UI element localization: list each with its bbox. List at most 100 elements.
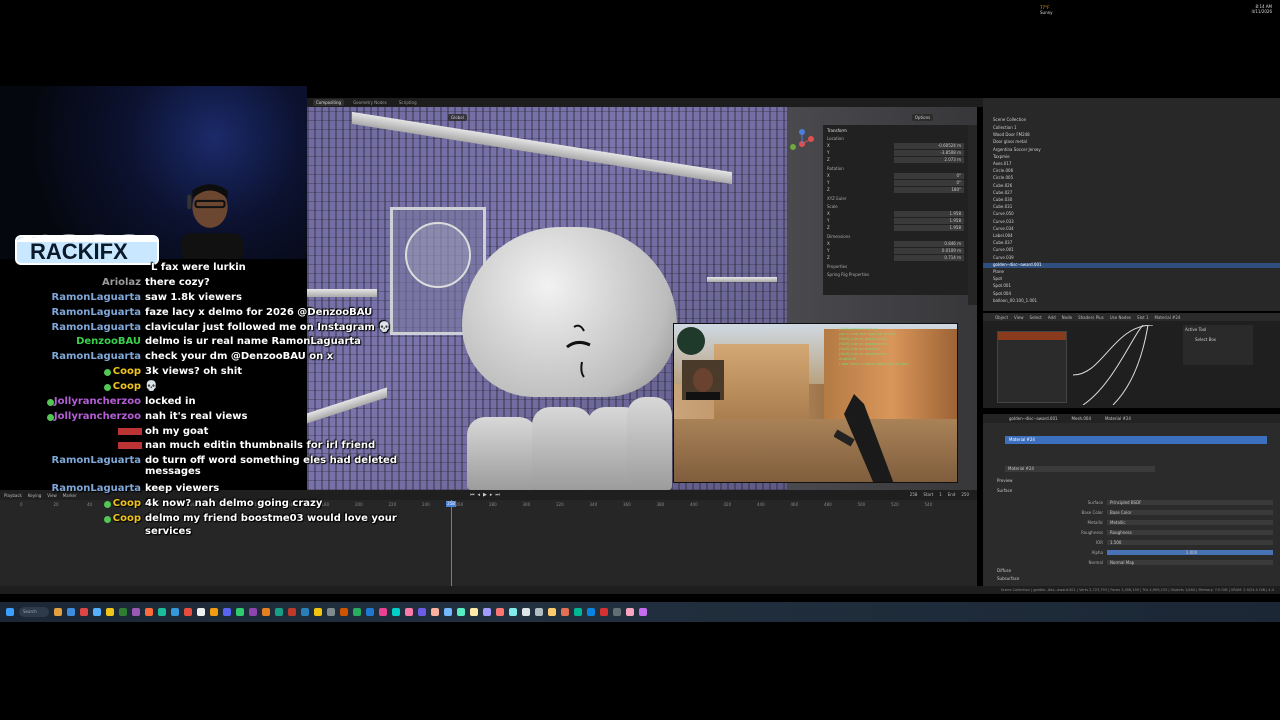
end-field[interactable]: 250: [961, 492, 969, 497]
chat-username[interactable]: RamonLaguarta: [52, 483, 141, 494]
taskbar-app-icon[interactable]: [340, 608, 348, 616]
chat-username[interactable]: RamonLaguarta: [52, 322, 141, 333]
current-frame-field[interactable]: 258: [910, 492, 918, 497]
outliner-item[interactable]: Spot.001: [983, 284, 1280, 289]
material-field-value[interactable]: 1.500: [1107, 540, 1273, 545]
taskbar-app-icon[interactable]: [275, 608, 283, 616]
preview-section[interactable]: Preview: [997, 478, 1013, 483]
outliner-item[interactable]: Wood Door FM248: [983, 132, 1280, 138]
taskbar-app-icon[interactable]: [145, 608, 153, 616]
material-field-value[interactable]: Metallic: [1107, 520, 1273, 525]
outliner-item[interactable]: Cube.027: [983, 190, 1280, 196]
shader-header-item[interactable]: Object: [995, 315, 1008, 320]
location-y[interactable]: Y -3.8508 m: [827, 150, 964, 156]
outliner-item[interactable]: Curve.039: [983, 255, 1280, 261]
taskbar-app-icon[interactable]: [548, 608, 556, 616]
taskbar-app-icon[interactable]: [353, 608, 361, 616]
taskbar-app-icon[interactable]: [561, 608, 569, 616]
taskbar-app-icon[interactable]: [54, 608, 62, 616]
tab-compositing[interactable]: Compositing: [313, 99, 345, 106]
properties-section[interactable]: Properties: [827, 264, 964, 269]
outliner-item[interactable]: Collection 1: [983, 125, 1280, 131]
shader-header-item[interactable]: Shaders Plus: [1078, 315, 1104, 320]
taskbar-app-icon[interactable]: [405, 608, 413, 616]
rotation-mode[interactable]: XYZ Euler: [827, 196, 964, 201]
outliner-item[interactable]: Curve.001: [983, 248, 1280, 253]
taskbar-app-icon[interactable]: [600, 608, 608, 616]
taskbar-app-icon[interactable]: [392, 608, 400, 616]
dimensions-z[interactable]: Z 0.714 m: [827, 255, 964, 261]
shader-header-item[interactable]: Add: [1048, 315, 1056, 320]
taskbar-app-icon[interactable]: [301, 608, 309, 616]
material-field-value[interactable]: 1.000: [1107, 550, 1273, 555]
taskbar-app-icon[interactable]: [327, 608, 335, 616]
taskbar-app-icon[interactable]: [626, 608, 634, 616]
taskbar-app-icon[interactable]: [496, 608, 504, 616]
taskbar-app-icon[interactable]: [522, 608, 530, 616]
keying-menu[interactable]: Keying: [28, 493, 41, 498]
shader-header-item[interactable]: Node: [1062, 315, 1072, 320]
rotation-y[interactable]: Y 0°: [827, 180, 964, 186]
chat-username[interactable]: Coop: [113, 366, 141, 377]
taskbar-app-icon[interactable]: [106, 608, 114, 616]
playhead-frame[interactable]: 258: [446, 501, 456, 507]
outliner-item[interactable]: Label.004: [983, 233, 1280, 239]
scale-z[interactable]: Z 1.958: [827, 225, 964, 231]
material-field-value[interactable]: Principled BSDF: [1107, 500, 1273, 505]
outliner-item[interactable]: Spot.004: [983, 291, 1280, 297]
taskbar-app-icon[interactable]: [418, 608, 426, 616]
taskbar-app-icon[interactable]: [236, 608, 244, 616]
taskbar-app-icon[interactable]: [613, 608, 621, 616]
material-slot[interactable]: Material #24: [1005, 436, 1267, 444]
breadcrumb-mesh[interactable]: Mesh.004: [1072, 416, 1091, 421]
rotation-x[interactable]: X 0°: [827, 173, 964, 179]
subsurface-section[interactable]: Subsurface: [997, 576, 1019, 581]
material-field-value[interactable]: Roughness: [1107, 530, 1273, 535]
taskbar-app-icon[interactable]: [132, 608, 140, 616]
chat-username[interactable]: RamonLaguarta: [52, 307, 141, 318]
material-field-row[interactable]: Base Color Base Color: [1073, 510, 1273, 515]
step-forward-icon[interactable]: ▸: [490, 492, 493, 498]
weather-widget[interactable]: 77°F Sunny: [1040, 5, 1053, 15]
chat-username[interactable]: RamonLaguarta: [52, 292, 141, 303]
diffuse-section[interactable]: Diffuse: [997, 568, 1011, 573]
material-field-value[interactable]: Normal Map: [1107, 560, 1273, 565]
outliner-item[interactable]: Argentina Soccer Jersey: [983, 147, 1280, 153]
tab-scripting[interactable]: Scripting: [396, 99, 420, 106]
spring-rig-section[interactable]: Spring Rig Properties: [827, 272, 964, 277]
taskbar-app-icon[interactable]: [379, 608, 387, 616]
material-name-field[interactable]: Material #24: [1005, 466, 1155, 472]
chat-username[interactable]: RamonLaguarta: [52, 455, 141, 466]
material-field-row[interactable]: Alpha 1.000: [1073, 550, 1273, 555]
shader-header-item[interactable]: Use Nodes: [1110, 315, 1131, 320]
options-button[interactable]: Options: [911, 113, 934, 121]
shader-header-item[interactable]: Slot 1: [1137, 315, 1148, 320]
outliner-item[interactable]: Curve.034: [983, 226, 1280, 232]
chat-username[interactable]: Coop: [113, 381, 141, 392]
dimensions-x[interactable]: X 0.846 m: [827, 241, 964, 247]
system-clock[interactable]: 8:14 AM 4/11/2026: [1251, 4, 1272, 14]
jump-start-icon[interactable]: ⏮: [470, 492, 475, 498]
material-field-row[interactable]: Normal Normal Map: [1073, 560, 1273, 565]
taskbar-app-icon[interactable]: [119, 608, 127, 616]
select-box-tool[interactable]: Select Box: [1185, 337, 1251, 342]
rotation-z[interactable]: Z 180°: [827, 187, 964, 193]
outliner-panel[interactable]: Scene Collection Collection 1 Wood Door F…: [983, 98, 1280, 311]
taskbar-app-icon[interactable]: [223, 608, 231, 616]
chat-username[interactable]: Jollyrancherzoo: [54, 396, 141, 407]
taskbar-app-icon[interactable]: [483, 608, 491, 616]
start-icon[interactable]: [6, 608, 14, 616]
playback-menu[interactable]: Playback: [4, 493, 22, 498]
breadcrumb-material[interactable]: Material #24: [1105, 416, 1131, 421]
taskbar-app-icon[interactable]: [80, 608, 88, 616]
taskbar-app-icon[interactable]: [639, 608, 647, 616]
outliner-item[interactable]: Circle.006: [983, 168, 1280, 174]
chat-username[interactable]: Coop: [113, 513, 141, 524]
taskbar-app-icon[interactable]: [574, 608, 582, 616]
surface-section[interactable]: Surface: [997, 488, 1012, 493]
taskbar-app-icon[interactable]: [249, 608, 257, 616]
outliner-item[interactable]: Door glass metal: [983, 140, 1280, 145]
principled-node[interactable]: [997, 331, 1067, 403]
shader-header-item[interactable]: Material #24: [1155, 315, 1181, 320]
chat-username[interactable]: Coop: [113, 498, 141, 509]
